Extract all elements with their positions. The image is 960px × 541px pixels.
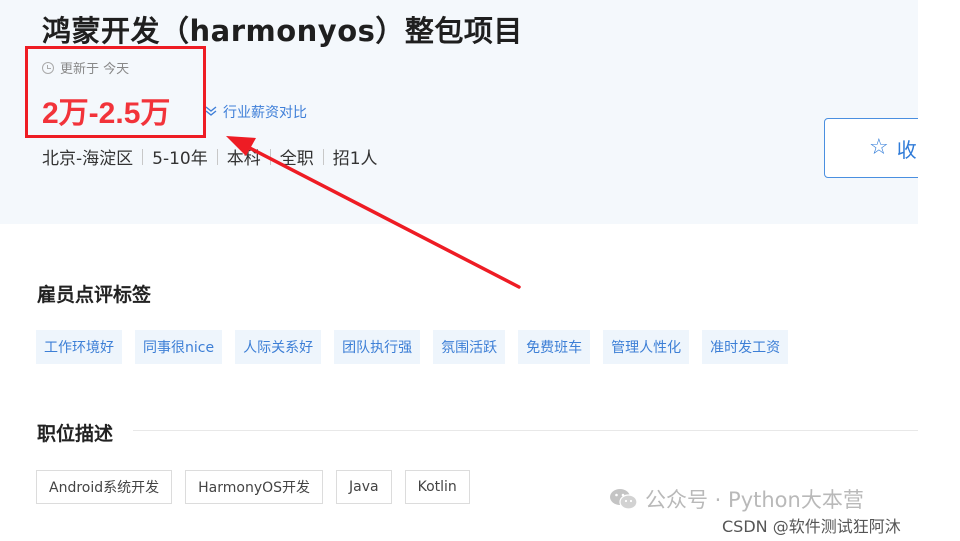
wechat-watermark-text: 公众号 · Python大本营 bbox=[645, 488, 864, 512]
skill-tag: Java bbox=[336, 470, 392, 504]
skill-tag: Kotlin bbox=[404, 470, 470, 504]
description-heading: 职位描述 bbox=[37, 423, 114, 445]
skill-tag: Android系统开发 bbox=[36, 470, 173, 504]
csdn-watermark: CSDN @软件测试狂阿沐 bbox=[722, 517, 901, 536]
review-tags: 工作环境好 同事很nice 人际关系好 团队执行强 氛围活跃 免费班车 管理人性… bbox=[36, 330, 789, 364]
review-tag: 氛围活跃 bbox=[433, 330, 506, 364]
review-tag: 管理人性化 bbox=[603, 330, 690, 364]
review-tag: 工作环境好 bbox=[36, 330, 122, 364]
reviews-heading: 雇员点评标签 bbox=[37, 284, 152, 306]
review-tag: 同事很nice bbox=[135, 330, 223, 364]
skill-tags: Android系统开发 HarmonyOS开发 Java Kotlin bbox=[36, 470, 470, 504]
review-tag: 准时发工资 bbox=[702, 330, 789, 364]
annotation-arrow bbox=[226, 136, 521, 289]
page-edge bbox=[918, 0, 960, 541]
section-divider bbox=[133, 430, 918, 431]
review-tag: 免费班车 bbox=[518, 330, 591, 364]
wechat-icon bbox=[609, 487, 639, 511]
skill-tag: HarmonyOS开发 bbox=[185, 470, 324, 504]
review-tag: 团队执行强 bbox=[334, 330, 421, 364]
review-tag: 人际关系好 bbox=[235, 330, 322, 364]
wechat-watermark: 公众号 · Python大本营 bbox=[609, 484, 864, 514]
